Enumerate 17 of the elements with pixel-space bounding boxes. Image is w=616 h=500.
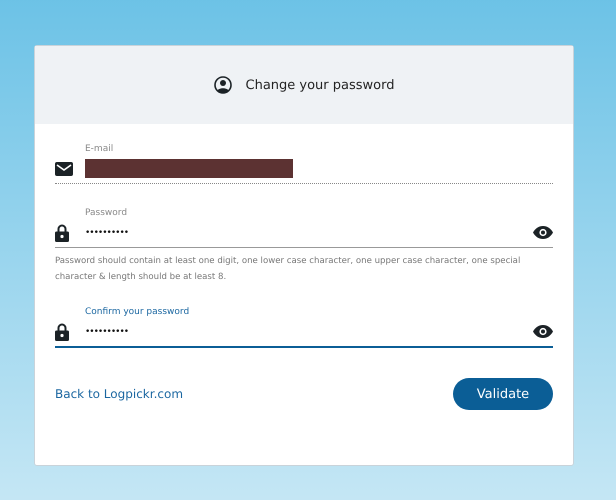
back-link[interactable]: Back to Logpickr.com [55,387,184,401]
password-field[interactable]: •••••••••• [55,317,553,348]
masked-password: •••••••••• [85,326,130,336]
validate-button[interactable]: Validate [453,378,553,410]
lock-icon [55,224,69,242]
password-hint: Password should contain at least one digit, one lower case character, one upper case character, one special character & length should be at least 8. [55,255,522,284]
user-icon [214,76,232,94]
field-label: E-mail [85,144,114,154]
eye-icon[interactable] [533,325,553,338]
field-label: Password [85,208,128,218]
field-label: Confirm your password [85,307,190,317]
mail-icon [55,162,73,176]
masked-password: •••••••••• [85,228,130,238]
password-field[interactable]: •••••••••• [55,218,553,248]
form-title: Change your password [246,78,394,92]
eye-icon[interactable] [533,226,553,239]
lock-icon [55,322,69,340]
